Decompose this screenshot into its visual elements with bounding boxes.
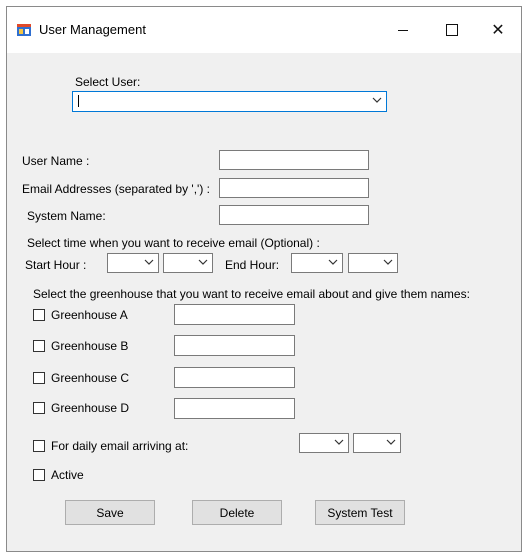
save-button[interactable]: Save (65, 500, 155, 525)
window-title: User Management (39, 22, 146, 37)
greenhouse-c-name-input[interactable] (174, 367, 295, 388)
greenhouse-c-checkbox[interactable] (33, 372, 45, 384)
greenhouse-c-label: Greenhouse C (51, 371, 130, 385)
greenhouse-d-label: Greenhouse D (51, 401, 130, 415)
user-management-window: User Management ✕ Select User: User Name… (6, 6, 522, 552)
system-test-button[interactable]: System Test (315, 500, 405, 525)
schedule-heading: Select time when you want to receive ema… (27, 236, 320, 250)
start-hour-combo[interactable] (107, 253, 159, 273)
chevron-down-icon (386, 439, 396, 445)
system-name-label: System Name: (27, 209, 106, 223)
chevron-down-icon (198, 259, 208, 265)
title-bar: User Management ✕ (7, 7, 521, 53)
active-checkbox[interactable] (33, 469, 45, 481)
email-input[interactable] (219, 178, 369, 198)
greenhouse-heading: Select the greenhouse that you want to r… (33, 287, 470, 301)
minimize-icon (398, 29, 408, 31)
greenhouse-a-label: Greenhouse A (51, 308, 128, 322)
greenhouse-b-label: Greenhouse B (51, 339, 129, 353)
start-hour-label: Start Hour : (25, 258, 87, 272)
close-button[interactable]: ✕ (475, 7, 521, 53)
end-hour-combo[interactable] (291, 253, 343, 273)
select-user-combo[interactable] (72, 91, 387, 112)
active-label: Active (51, 468, 84, 482)
greenhouse-a-name-input[interactable] (174, 304, 295, 325)
maximize-button[interactable] (429, 7, 475, 53)
greenhouse-d-name-input[interactable] (174, 398, 295, 419)
chevron-down-icon (328, 259, 338, 265)
greenhouse-b-checkbox[interactable] (33, 340, 45, 352)
chevron-down-icon (334, 439, 344, 445)
close-icon: ✕ (491, 22, 505, 39)
app-window-icon (17, 24, 31, 36)
select-user-label: Select User: (75, 75, 141, 89)
chevron-down-icon (144, 259, 154, 265)
daily-hour-combo[interactable] (299, 433, 349, 453)
greenhouse-a-checkbox[interactable] (33, 309, 45, 321)
minimize-button[interactable] (380, 7, 426, 53)
greenhouse-b-name-input[interactable] (174, 335, 295, 356)
email-label: Email Addresses (separated by ',') : (22, 182, 210, 196)
chevron-down-icon (372, 97, 382, 103)
delete-button[interactable]: Delete (192, 500, 282, 525)
daily-minute-combo[interactable] (353, 433, 401, 453)
text-cursor (78, 95, 79, 107)
system-name-input[interactable] (219, 205, 369, 225)
maximize-icon (446, 24, 458, 36)
end-hour-label: End Hour: (225, 258, 280, 272)
chevron-down-icon (383, 259, 393, 265)
daily-email-label: For daily email arriving at: (51, 439, 189, 453)
greenhouse-d-checkbox[interactable] (33, 402, 45, 414)
start-minute-combo[interactable] (163, 253, 213, 273)
end-minute-combo[interactable] (348, 253, 398, 273)
user-name-input[interactable] (219, 150, 369, 170)
daily-email-checkbox[interactable] (33, 440, 45, 452)
user-name-label: User Name : (22, 154, 90, 168)
